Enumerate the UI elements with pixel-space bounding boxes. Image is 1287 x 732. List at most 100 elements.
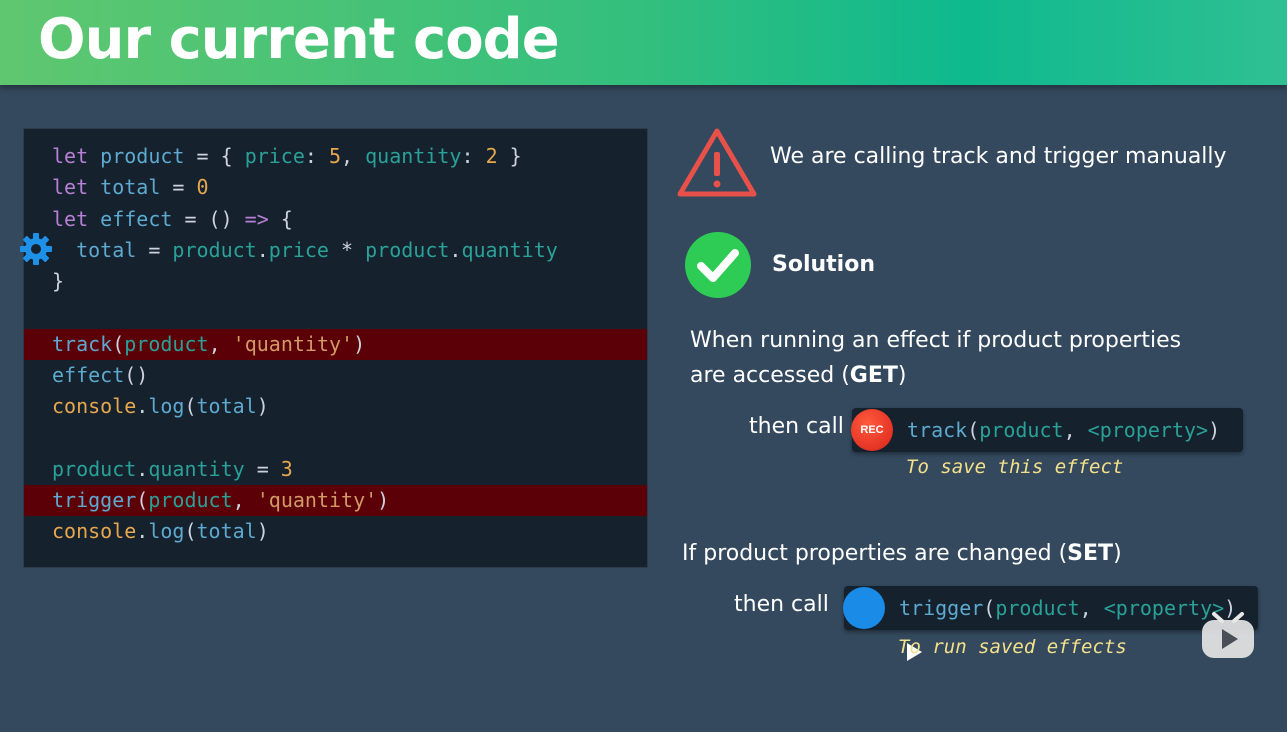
code-token: . xyxy=(256,237,269,262)
code-line: } xyxy=(24,266,647,297)
code-token: ) xyxy=(377,487,390,512)
code-token: console xyxy=(52,394,137,418)
code-token: } xyxy=(497,144,522,168)
code-line: effect() xyxy=(24,360,647,391)
code-token: ( xyxy=(112,331,125,356)
code-token: = xyxy=(136,237,173,262)
code-token: let xyxy=(52,175,101,200)
code-token: => xyxy=(244,206,269,231)
code-token: let xyxy=(52,206,101,231)
page-title: Our current code xyxy=(38,7,560,72)
code-token: quantity xyxy=(461,237,558,262)
code-line-text: } xyxy=(52,266,64,297)
get-description-pre: are accessed ( xyxy=(690,363,850,388)
code-token: () xyxy=(124,362,149,387)
trigger-note: To run saved effects xyxy=(898,636,1127,658)
code-token: . xyxy=(449,237,462,262)
code-token: total xyxy=(52,237,137,262)
set-description: If product properties are changed (SET) xyxy=(682,541,1122,566)
code-token: 0 xyxy=(196,175,209,200)
trigger-code-token: trigger xyxy=(899,596,984,620)
trigger-code: trigger(product, <property>) xyxy=(899,586,1236,630)
code-line: console.log(total) xyxy=(24,516,647,547)
code-line: let product = { price: 5, quantity: 2 } xyxy=(24,141,647,172)
code-token: ( xyxy=(184,394,197,418)
code-token: price xyxy=(268,237,329,262)
code-token: ( xyxy=(136,487,149,512)
code-token: : xyxy=(461,144,486,168)
code-token: 5 xyxy=(329,144,342,168)
code-token: = xyxy=(160,175,197,200)
trigger-code-token: product xyxy=(995,596,1080,620)
code-token: , xyxy=(232,487,257,512)
code-line: total = product.price * product.quantity xyxy=(24,235,647,266)
code-token: quantity xyxy=(148,456,245,481)
code-line: let total = 0 xyxy=(24,172,647,203)
track-code-token: product xyxy=(979,418,1064,442)
code-token: product xyxy=(365,237,450,262)
code-token: effect xyxy=(52,362,125,387)
solution-heading: Solution xyxy=(772,252,875,277)
code-token: price xyxy=(244,144,305,168)
code-token: . xyxy=(136,456,149,481)
set-description-pre: If product properties are changed ( xyxy=(682,541,1068,566)
code-line-text: track(product, 'quantity') xyxy=(52,329,365,360)
code-line-text: let product = { price: 5, quantity: 2 } xyxy=(52,141,522,172)
then-call-label-trigger: then call xyxy=(734,592,829,617)
track-code-token: ( xyxy=(967,418,980,442)
code-token: trigger xyxy=(52,487,137,512)
code-token: 'quantity' xyxy=(256,487,378,512)
code-line: track(product, 'quantity') xyxy=(24,328,647,360)
set-description-post: ) xyxy=(1113,541,1122,566)
code-line: let effect = () => { xyxy=(24,204,647,235)
code-line-text: product.quantity = 3 xyxy=(52,454,293,485)
track-note: To save this effect xyxy=(906,456,1124,478)
check-circle-icon xyxy=(685,232,751,298)
code-token: : xyxy=(304,144,329,168)
code-line-text: total = product.price * product.quantity xyxy=(52,235,558,266)
code-token: product xyxy=(124,331,209,356)
code-token: product xyxy=(52,456,137,481)
code-token: 3 xyxy=(280,456,293,481)
get-description-line1: When running an effect if product proper… xyxy=(690,328,1182,353)
rec-icon: REC xyxy=(851,409,893,451)
track-code: track(product, <property>) xyxy=(907,408,1220,452)
code-token: log xyxy=(148,519,185,543)
header-banner: Our current code xyxy=(0,0,1287,85)
video-logo-icon xyxy=(1202,612,1254,658)
code-token: , xyxy=(208,331,233,356)
trigger-code-pill: trigger(product, <property>) xyxy=(843,586,1258,661)
warning-text: We are calling track and trigger manuall… xyxy=(770,144,1227,169)
code-line-text: console.log(total) xyxy=(52,516,269,547)
track-code-pill: REC track(product, <property>) xyxy=(851,408,1243,452)
code-token: * xyxy=(328,237,366,262)
code-token: product xyxy=(148,487,233,512)
code-token: console xyxy=(52,519,137,543)
code-token: { xyxy=(268,206,293,231)
trigger-code-token: , xyxy=(1079,596,1104,620)
track-code-token: track xyxy=(907,418,968,442)
code-line-text: let total = 0 xyxy=(52,172,209,203)
code-token: log xyxy=(148,394,185,418)
code-line: product.quantity = 3 xyxy=(24,454,647,485)
then-call-label-track: then call xyxy=(749,414,844,439)
code-token: effect xyxy=(100,206,173,231)
get-keyword: GET xyxy=(849,363,898,388)
code-token: } xyxy=(52,269,65,293)
code-token: track xyxy=(52,331,113,356)
get-description-post: ) xyxy=(897,363,907,388)
code-token: ) xyxy=(256,394,269,418)
code-token: = xyxy=(244,456,281,481)
code-line-text: trigger(product, 'quantity') xyxy=(52,485,389,516)
warning-icon xyxy=(677,128,757,197)
gear-icon xyxy=(20,233,52,265)
code-token: total xyxy=(196,519,257,543)
code-token: , xyxy=(341,144,366,168)
code-token: total xyxy=(196,394,257,418)
code-token: = () xyxy=(172,206,245,231)
code-line-text: console.log(total) xyxy=(52,391,269,422)
trigger-code-token: ( xyxy=(983,596,996,620)
code-token: product xyxy=(172,237,257,262)
code-token: . xyxy=(136,394,149,418)
